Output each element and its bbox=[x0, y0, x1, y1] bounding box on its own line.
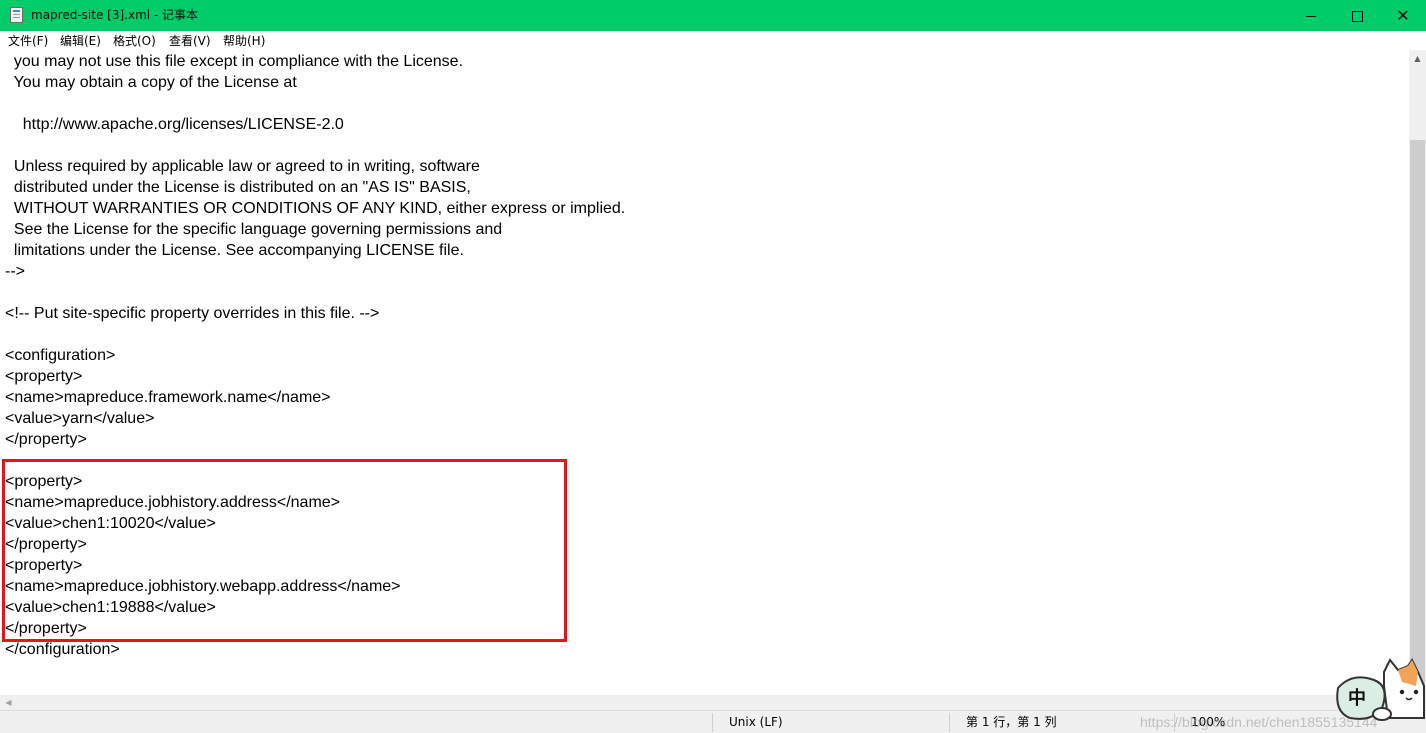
maximize-button[interactable] bbox=[1334, 0, 1380, 31]
text-line: <value>yarn</value> bbox=[5, 410, 155, 427]
cat-mascot-icon bbox=[1336, 658, 1425, 721]
vertical-scrollbar[interactable]: ▲ bbox=[1409, 50, 1426, 695]
menu-view[interactable]: 查看(V) bbox=[169, 33, 211, 49]
menu-help[interactable]: 帮助(H) bbox=[223, 33, 265, 49]
close-icon: ✕ bbox=[1396, 6, 1410, 25]
menu-bar: 文件(F) 编辑(E) 格式(O) 查看(V) 帮助(H) bbox=[0, 31, 1426, 50]
text-line: http://www.apache.org/licenses/LICENSE-2… bbox=[5, 116, 344, 133]
maximize-icon bbox=[1351, 11, 1363, 22]
text-line: you may not use this file except in comp… bbox=[5, 53, 464, 70]
text-line: limitations under the License. See accom… bbox=[5, 242, 464, 259]
text-line: distributed under the License is distrib… bbox=[5, 179, 471, 196]
text-editor[interactable]: you may not use this file except in comp… bbox=[0, 50, 1409, 695]
minimize-button[interactable] bbox=[1288, 0, 1334, 31]
status-divider bbox=[949, 713, 950, 732]
highlight-annotation-box bbox=[2, 459, 567, 642]
menu-file[interactable]: 文件(F) bbox=[8, 33, 48, 49]
scroll-up-arrow-icon[interactable]: ▲ bbox=[1409, 50, 1426, 67]
text-line: <!-- Put site-specific property override… bbox=[5, 305, 380, 322]
menu-edit[interactable]: 编辑(E) bbox=[60, 33, 101, 49]
text-line: --> bbox=[5, 263, 25, 280]
close-button[interactable]: ✕ bbox=[1380, 0, 1426, 31]
text-line: <property> bbox=[5, 368, 83, 385]
text-line: Unless required by applicable law or agr… bbox=[5, 158, 480, 175]
text-line: </configuration> bbox=[5, 641, 120, 658]
ime-mode-label: 中 bbox=[1348, 688, 1366, 709]
ime-indicator[interactable]: 中 bbox=[1332, 656, 1426, 733]
window-title: mapred-site [3].xml - 记事本 bbox=[31, 8, 199, 22]
text-line: </property> bbox=[5, 431, 87, 448]
text-line: <configuration> bbox=[5, 347, 116, 364]
text-line: <name>mapreduce.framework.name</name> bbox=[5, 389, 331, 406]
line-ending-status: Unix (LF) bbox=[729, 715, 783, 729]
horizontal-scrollbar[interactable]: ◀ bbox=[0, 695, 1409, 710]
cursor-position-status: 第 1 行，第 1 列 bbox=[966, 715, 1057, 729]
text-line: You may obtain a copy of the License at bbox=[5, 74, 297, 91]
menu-format[interactable]: 格式(O) bbox=[113, 33, 156, 49]
vertical-scroll-thumb[interactable] bbox=[1410, 140, 1425, 695]
status-divider bbox=[712, 713, 713, 732]
title-bar: mapred-site [3].xml - 记事本 ✕ bbox=[0, 0, 1426, 31]
scroll-left-arrow-icon[interactable]: ◀ bbox=[0, 695, 17, 710]
text-line: WITHOUT WARRANTIES OR CONDITIONS OF ANY … bbox=[5, 200, 626, 217]
text-line: See the License for the specific languag… bbox=[5, 221, 503, 238]
minimize-icon bbox=[1306, 16, 1316, 17]
status-bar: Unix (LF) 第 1 行，第 1 列 100% https://blog.… bbox=[0, 710, 1426, 733]
notepad-icon bbox=[10, 7, 23, 23]
